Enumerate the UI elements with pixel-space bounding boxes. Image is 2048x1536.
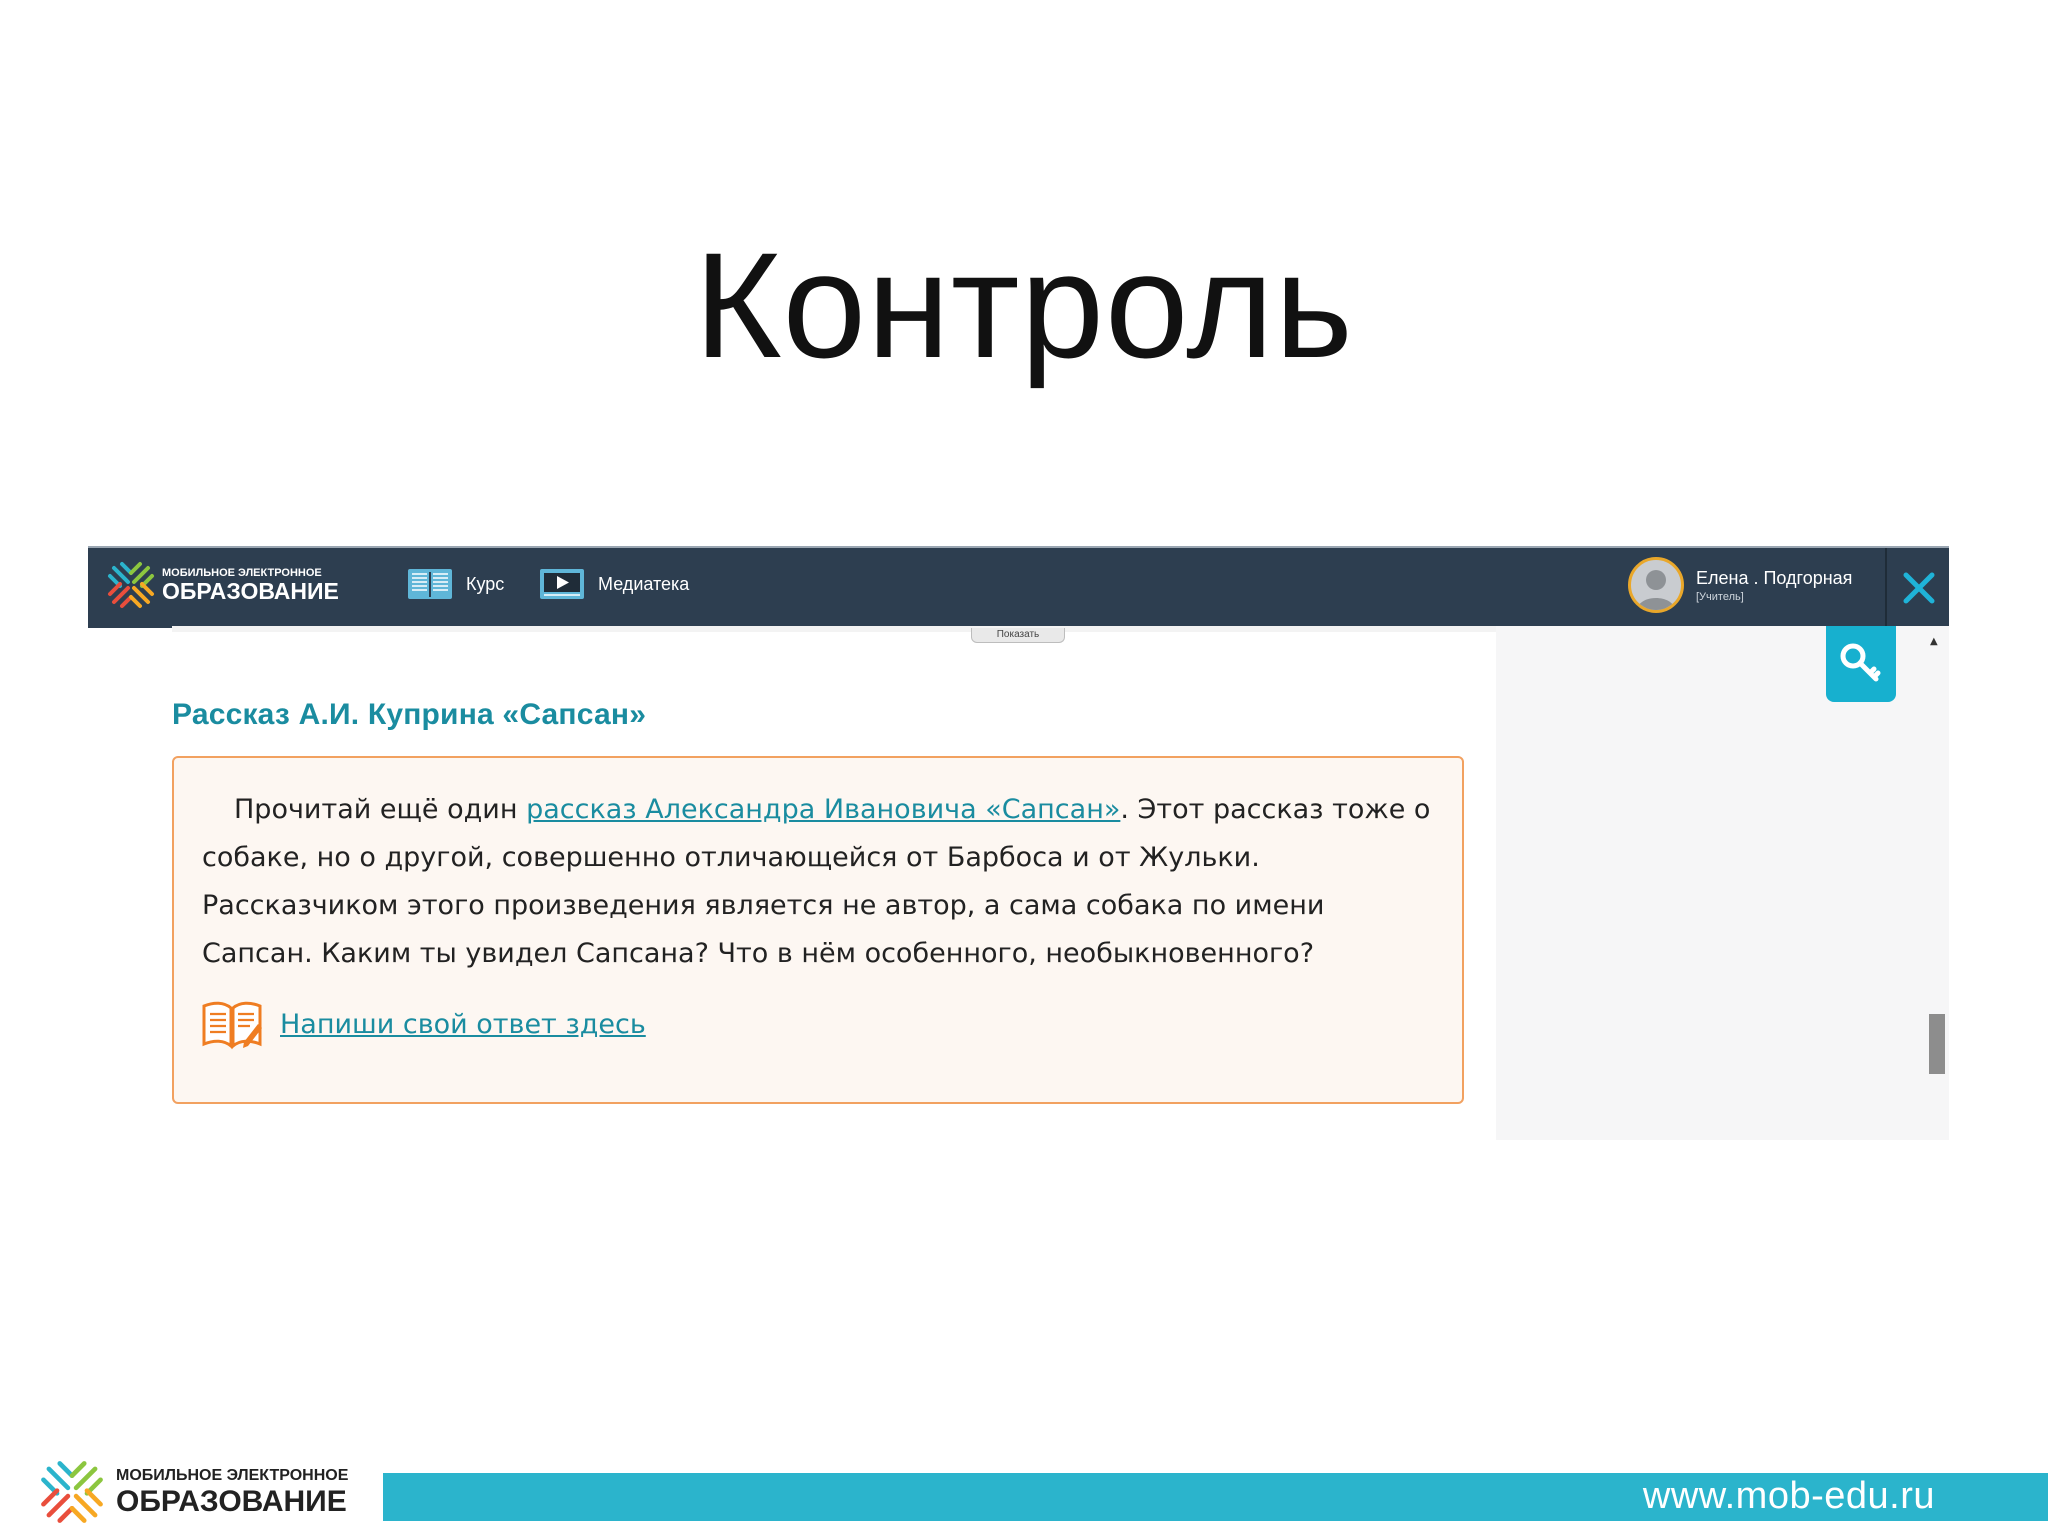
show-toggle-button[interactable]: Показать bbox=[971, 628, 1065, 643]
logo-line-2: ОБРАЗОВАНИЕ bbox=[162, 577, 339, 604]
close-button[interactable] bbox=[1898, 567, 1940, 609]
logo-mark-icon bbox=[41, 1461, 103, 1523]
nav-media-library[interactable]: Медиатека bbox=[538, 566, 689, 602]
user-profile[interactable]: Елена . Подгорная [Учитель] bbox=[1628, 557, 1852, 613]
nav-course[interactable]: Курс bbox=[406, 566, 504, 602]
task-box: Прочитай ещё один рассказ Александра Ива… bbox=[172, 756, 1464, 1104]
slide-title: Контроль bbox=[694, 221, 1354, 389]
footer-logo-line-1: МОБИЛЬНОЕ ЭЛЕКТРОННОЕ bbox=[116, 1466, 349, 1484]
content-top-strip bbox=[172, 626, 1552, 632]
user-role: [Учитель] bbox=[1696, 590, 1744, 603]
key-icon bbox=[1840, 643, 1881, 682]
nav-course-label: Курс bbox=[466, 573, 505, 594]
user-silhouette-icon bbox=[1637, 570, 1675, 610]
app-logo[interactable]: МОБИЛЬНОЕ ЭЛЕКТРОННОЕ ОБРАЗОВАНИЕ bbox=[106, 560, 339, 610]
section-heading: Рассказ А.И. Куприна «Сапсан» bbox=[172, 698, 647, 731]
logo-line-1: МОБИЛЬНОЕ ЭЛЕКТРОННОЕ bbox=[162, 566, 322, 579]
story-link[interactable]: рассказ Александра Ивановича «Сапсан» bbox=[526, 794, 1120, 825]
footer-logo-line-2: ОБРАЗОВАНИЕ bbox=[116, 1484, 347, 1518]
write-answer-link[interactable]: Напиши свой ответ здесь bbox=[280, 1009, 646, 1040]
nav-media-library-label: Медиатека bbox=[598, 573, 690, 594]
footer-logo: МОБИЛЬНОЕ ЭЛЕКТРОННОЕ ОБРАЗОВАНИЕ bbox=[38, 1458, 348, 1526]
top-navigation-bar: МОБИЛЬНОЕ ЭЛЕКТРОННОЕ ОБРАЗОВАНИЕ Курс М… bbox=[88, 546, 1949, 628]
video-player-icon bbox=[540, 569, 584, 599]
scroll-up-arrow[interactable]: ▲ bbox=[1930, 636, 1938, 647]
close-icon bbox=[1903, 572, 1935, 604]
book-icon bbox=[408, 569, 452, 599]
key-button[interactable] bbox=[1826, 626, 1896, 702]
footer-url: www.mob-edu.ru bbox=[1642, 1475, 1935, 1517]
user-name: Елена . Подгорная bbox=[1696, 567, 1853, 588]
logo-mark-icon bbox=[108, 562, 154, 608]
task-text: Прочитай ещё один рассказ Александра Ива… bbox=[202, 786, 1442, 978]
footer-bar: www.mob-edu.ru bbox=[383, 1473, 2048, 1521]
open-book-pencil-icon bbox=[202, 1001, 262, 1050]
answer-row: Напиши свой ответ здесь bbox=[200, 996, 646, 1052]
side-panel bbox=[1496, 626, 1949, 1140]
scrollbar-thumb[interactable] bbox=[1929, 1014, 1945, 1074]
topbar-divider bbox=[1885, 548, 1887, 628]
task-text-start: Прочитай ещё один bbox=[234, 794, 527, 825]
avatar bbox=[1628, 557, 1684, 613]
app-screenshot: МОБИЛЬНОЕ ЭЛЕКТРОННОЕ ОБРАЗОВАНИЕ Курс М… bbox=[88, 546, 1949, 1140]
